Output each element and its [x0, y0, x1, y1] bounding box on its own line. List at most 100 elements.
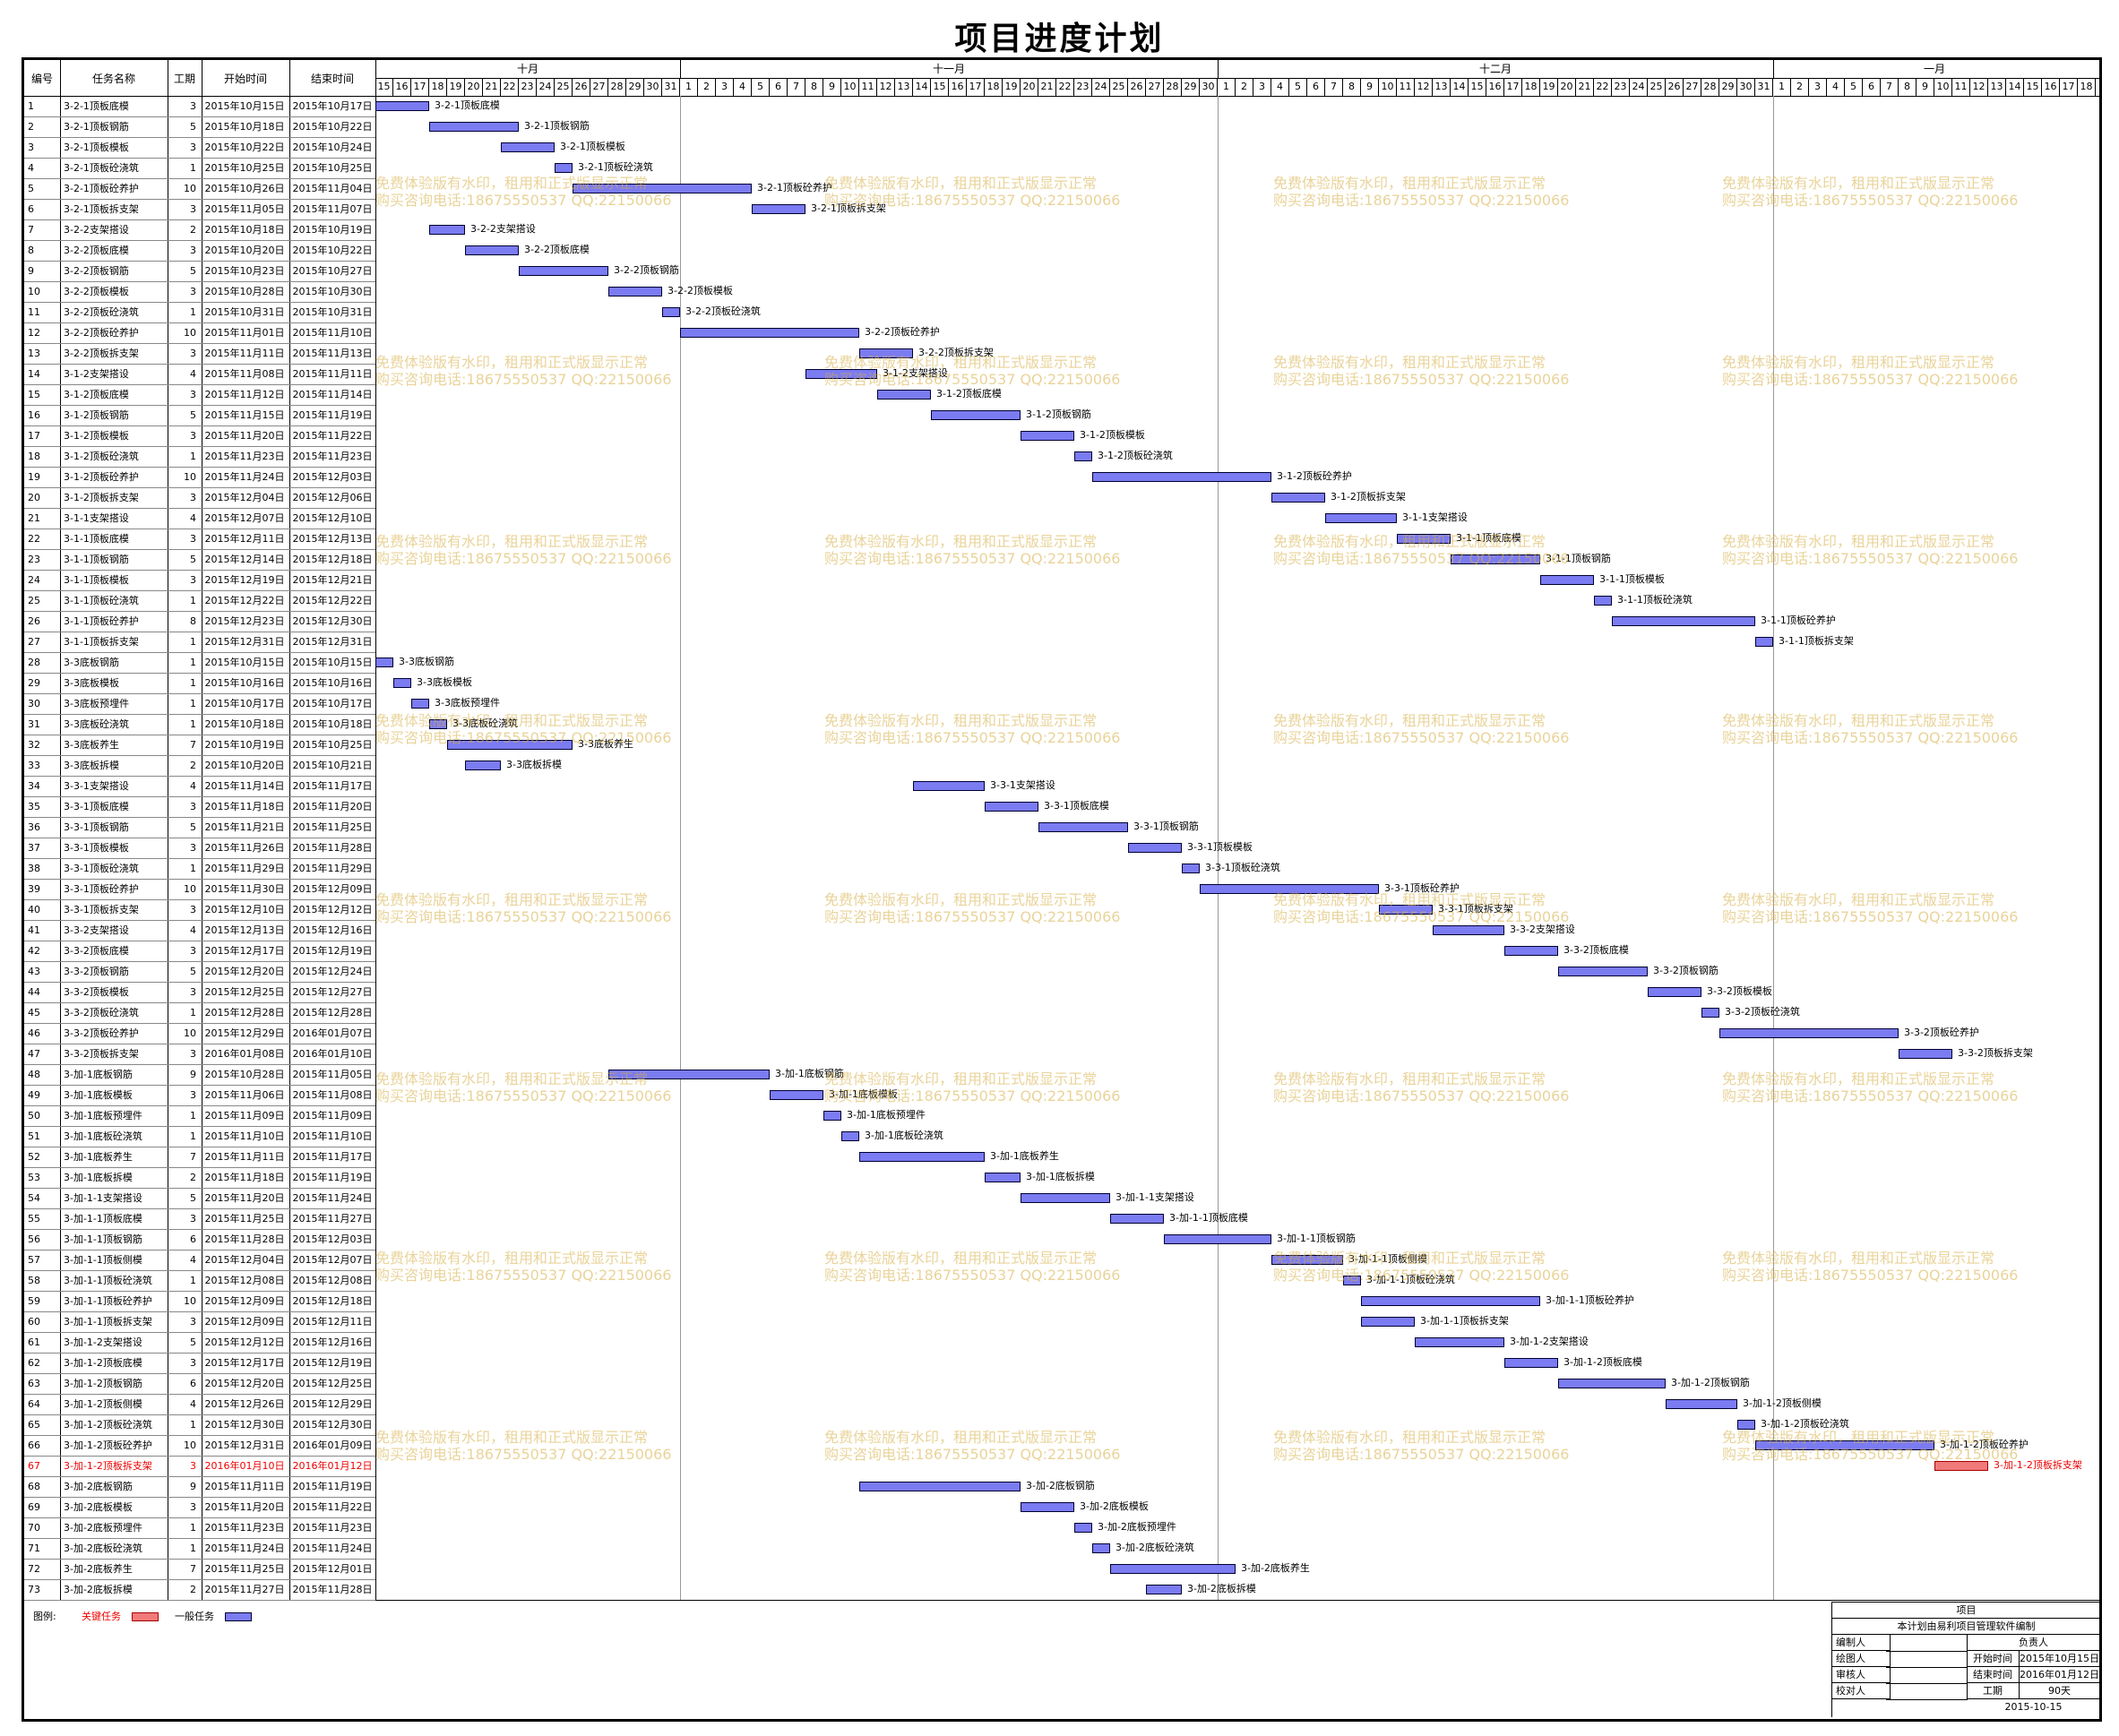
col-header-name: 任务名称: [91, 72, 135, 85]
task-duration: 5: [190, 966, 196, 977]
day-header: 26: [1128, 79, 1146, 96]
task-end: 2015年11月20日: [292, 801, 373, 812]
task-start: 2015年12月14日: [204, 554, 285, 565]
task-duration: 7: [190, 1151, 196, 1163]
task-start: 2015年12月04日: [204, 1254, 285, 1266]
task-end: 2015年11月14日: [292, 389, 373, 400]
month-gridline: [1773, 96, 1774, 1600]
task-start: 2015年10月25日: [204, 162, 285, 174]
task-id: 16: [28, 409, 40, 421]
task-bar-label: 3-1-1顶板模板: [1599, 573, 1665, 585]
task-duration: 3: [190, 1213, 196, 1225]
watermark-text: 免费体验版有水印，租用和正式版显示正常: [824, 712, 1098, 729]
task-id: 60: [28, 1316, 40, 1328]
task-duration: 3: [190, 492, 196, 503]
task-name: 3-加-1-1顶板侧模: [64, 1254, 142, 1266]
task-id: 40: [28, 904, 40, 915]
day-header: 4: [734, 79, 752, 96]
task-duration: 3: [190, 1357, 196, 1369]
task-name: 3-2-1顶板砼养护: [64, 183, 139, 194]
task-bar-label: 3-加-2底板砼浇筑: [1115, 1542, 1194, 1553]
task-start: 2015年12月29日: [204, 1027, 285, 1039]
task-end: 2015年11月22日: [292, 1501, 373, 1513]
task-id: 72: [28, 1563, 40, 1575]
task-start: 2015年11月30日: [204, 883, 285, 895]
day-header: 29: [1182, 79, 1200, 96]
watermark-text: 免费体验版有水印，租用和正式版显示正常: [824, 175, 1098, 192]
day-header: 12: [877, 79, 895, 96]
day-header: 24: [1630, 79, 1648, 96]
task-start: 2015年11月20日: [204, 1501, 285, 1513]
task-bar-label: 3-2-1顶板底模: [435, 99, 500, 111]
day-header: 18: [985, 79, 1003, 96]
day-header: 15: [1469, 79, 1486, 96]
day-header: 23: [1612, 79, 1630, 96]
task-duration: 3: [190, 533, 196, 545]
task-id: 62: [28, 1357, 40, 1369]
task-end: 2015年11月28日: [292, 842, 373, 854]
task-bar-label: 3-3-2支架搭设: [1510, 924, 1575, 935]
legend-normal-label: 一般任务: [175, 1611, 214, 1622]
task-duration: 4: [190, 1398, 196, 1410]
day-header: 14: [2006, 79, 2024, 96]
task-id: 51: [28, 1130, 40, 1142]
task-duration: 2: [190, 760, 196, 771]
task-name: 3-加-1-2顶板底模: [64, 1357, 142, 1369]
task-start: 2015年12月17日: [204, 1357, 285, 1369]
task-end: 2015年10月18日: [292, 718, 373, 730]
task-start: 2015年12月09日: [204, 1316, 285, 1328]
task-end: 2015年11月19日: [292, 1172, 373, 1183]
task-bar-label: 3-3-1顶板拆支架: [1438, 903, 1513, 915]
task-name: 3-加-1底板钢筋: [64, 1069, 133, 1080]
task-start: 2015年11月18日: [204, 801, 285, 812]
watermark-text: 免费体验版有水印，租用和正式版显示正常: [824, 1250, 1098, 1267]
task-duration: 9: [190, 1069, 196, 1080]
task-end: 2015年11月11日: [292, 368, 373, 380]
task-start: 2015年12月22日: [204, 595, 285, 606]
task-duration: 1: [190, 306, 196, 318]
task-bar-label: 3-3-2顶板模板: [1707, 985, 1772, 997]
task-start: 2015年11月20日: [204, 430, 285, 442]
task-start: 2015年10月15日: [204, 657, 285, 668]
task-id: 3: [28, 142, 34, 153]
task-id: 67: [28, 1460, 40, 1472]
task-id: 53: [28, 1172, 40, 1183]
task-end: 2015年12月18日: [292, 554, 373, 565]
day-header: 2: [1791, 79, 1809, 96]
task-bar-label: 3-加-1-2顶板钢筋: [1671, 1377, 1750, 1388]
watermark-text: 购买咨询电话:18675550537 QQ:22150066: [1273, 1446, 1570, 1463]
watermark-text: 免费体验版有水印，租用和正式版显示正常: [1722, 1250, 1995, 1267]
task-start: 2015年11月18日: [204, 1172, 285, 1183]
task-id: 12: [28, 327, 40, 339]
task-bar-label: 3-加-1-1顶板砼浇筑: [1366, 1274, 1455, 1285]
day-header: 15: [375, 79, 393, 96]
task-name: 3-2-1顶板钢筋: [64, 121, 129, 133]
task-bar-label: 3-1-1顶板砼浇筑: [1617, 594, 1693, 606]
task-bar-label: 3-2-1顶板砼养护: [757, 182, 832, 193]
column-divider: [60, 60, 61, 1600]
task-bar-label: 3-加-1-2顶板砼浇筑: [1761, 1418, 1849, 1430]
task-duration: 8: [190, 615, 196, 627]
task-bar: [411, 699, 429, 709]
task-start: 2015年12月07日: [204, 512, 285, 524]
task-id: 38: [28, 863, 40, 874]
task-name: 3-1-2顶板砼养护: [64, 471, 139, 483]
task-start: 2015年10月16日: [204, 677, 285, 689]
task-duration: 1: [190, 718, 196, 730]
day-header: 1: [680, 79, 698, 96]
task-bar-label: 3-2-2顶板拆支架: [918, 347, 994, 358]
task-duration: 3: [190, 986, 196, 998]
task-bar-label: 3-1-1顶板砼养护: [1761, 614, 1836, 626]
task-bar: [1146, 1585, 1182, 1594]
task-id: 49: [28, 1089, 40, 1101]
task-bar: [1755, 637, 1773, 647]
task-bar-label: 3-3-2顶板砼养护: [1904, 1027, 1979, 1038]
day-header: 17: [967, 79, 985, 96]
task-bar-label: 3-加-1底板钢筋: [775, 1068, 844, 1079]
task-name: 3-3-1顶板砼浇筑: [64, 863, 139, 874]
task-name: 3-3-2顶板钢筋: [64, 966, 129, 977]
watermark-text: 购买咨询电话:18675550537 QQ:22150066: [1722, 550, 2019, 567]
task-end: 2015年11月10日: [292, 327, 373, 339]
day-header: 2: [698, 79, 716, 96]
task-id: 61: [28, 1336, 40, 1348]
